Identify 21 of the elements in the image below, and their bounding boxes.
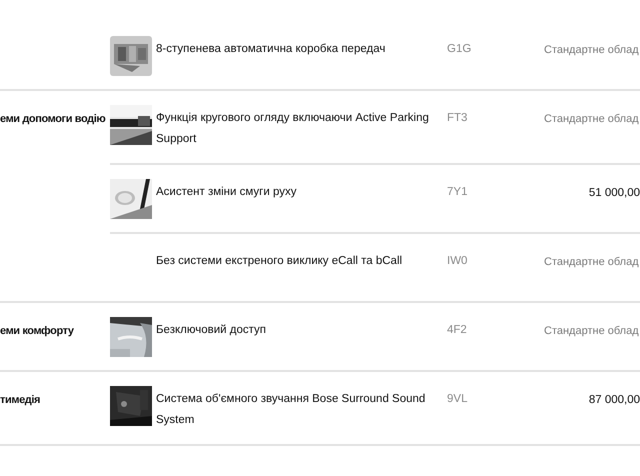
option-name: Асистент зміни смуги руху xyxy=(156,185,298,200)
option-code: 4F2 xyxy=(446,323,468,338)
category-label: еми комфорту xyxy=(0,325,74,337)
option-price: Стандартне облад xyxy=(544,256,639,268)
option-price: Стандартне облад xyxy=(544,113,639,125)
option-name: Система об'ємного звучання Bose Surround Sound System xyxy=(156,392,426,428)
option-price: 51 000,00 xyxy=(588,187,640,199)
option-price: 87 000,00 xyxy=(588,394,640,406)
option-code: 9VL xyxy=(446,392,468,407)
option-code: IW0 xyxy=(446,254,468,269)
category-label: тимедія xyxy=(0,394,40,406)
category-label: еми допомоги водію xyxy=(0,113,106,125)
option-name: Функція кругового огляду включаючи Active Parking Support xyxy=(156,111,430,147)
option-price: Стандартне облад xyxy=(544,325,639,337)
option-name: 8-ступенева автоматична коробка передач xyxy=(156,42,386,57)
option-price: Стандартне облад xyxy=(544,44,639,56)
option-name: Без системи екстреного виклику eCall та bCall xyxy=(156,254,404,269)
option-code: G1G xyxy=(446,42,472,57)
option-name: Безключовий доступ xyxy=(156,323,267,338)
option-code: 7Y1 xyxy=(446,185,468,200)
option-code: FT3 xyxy=(446,111,468,126)
